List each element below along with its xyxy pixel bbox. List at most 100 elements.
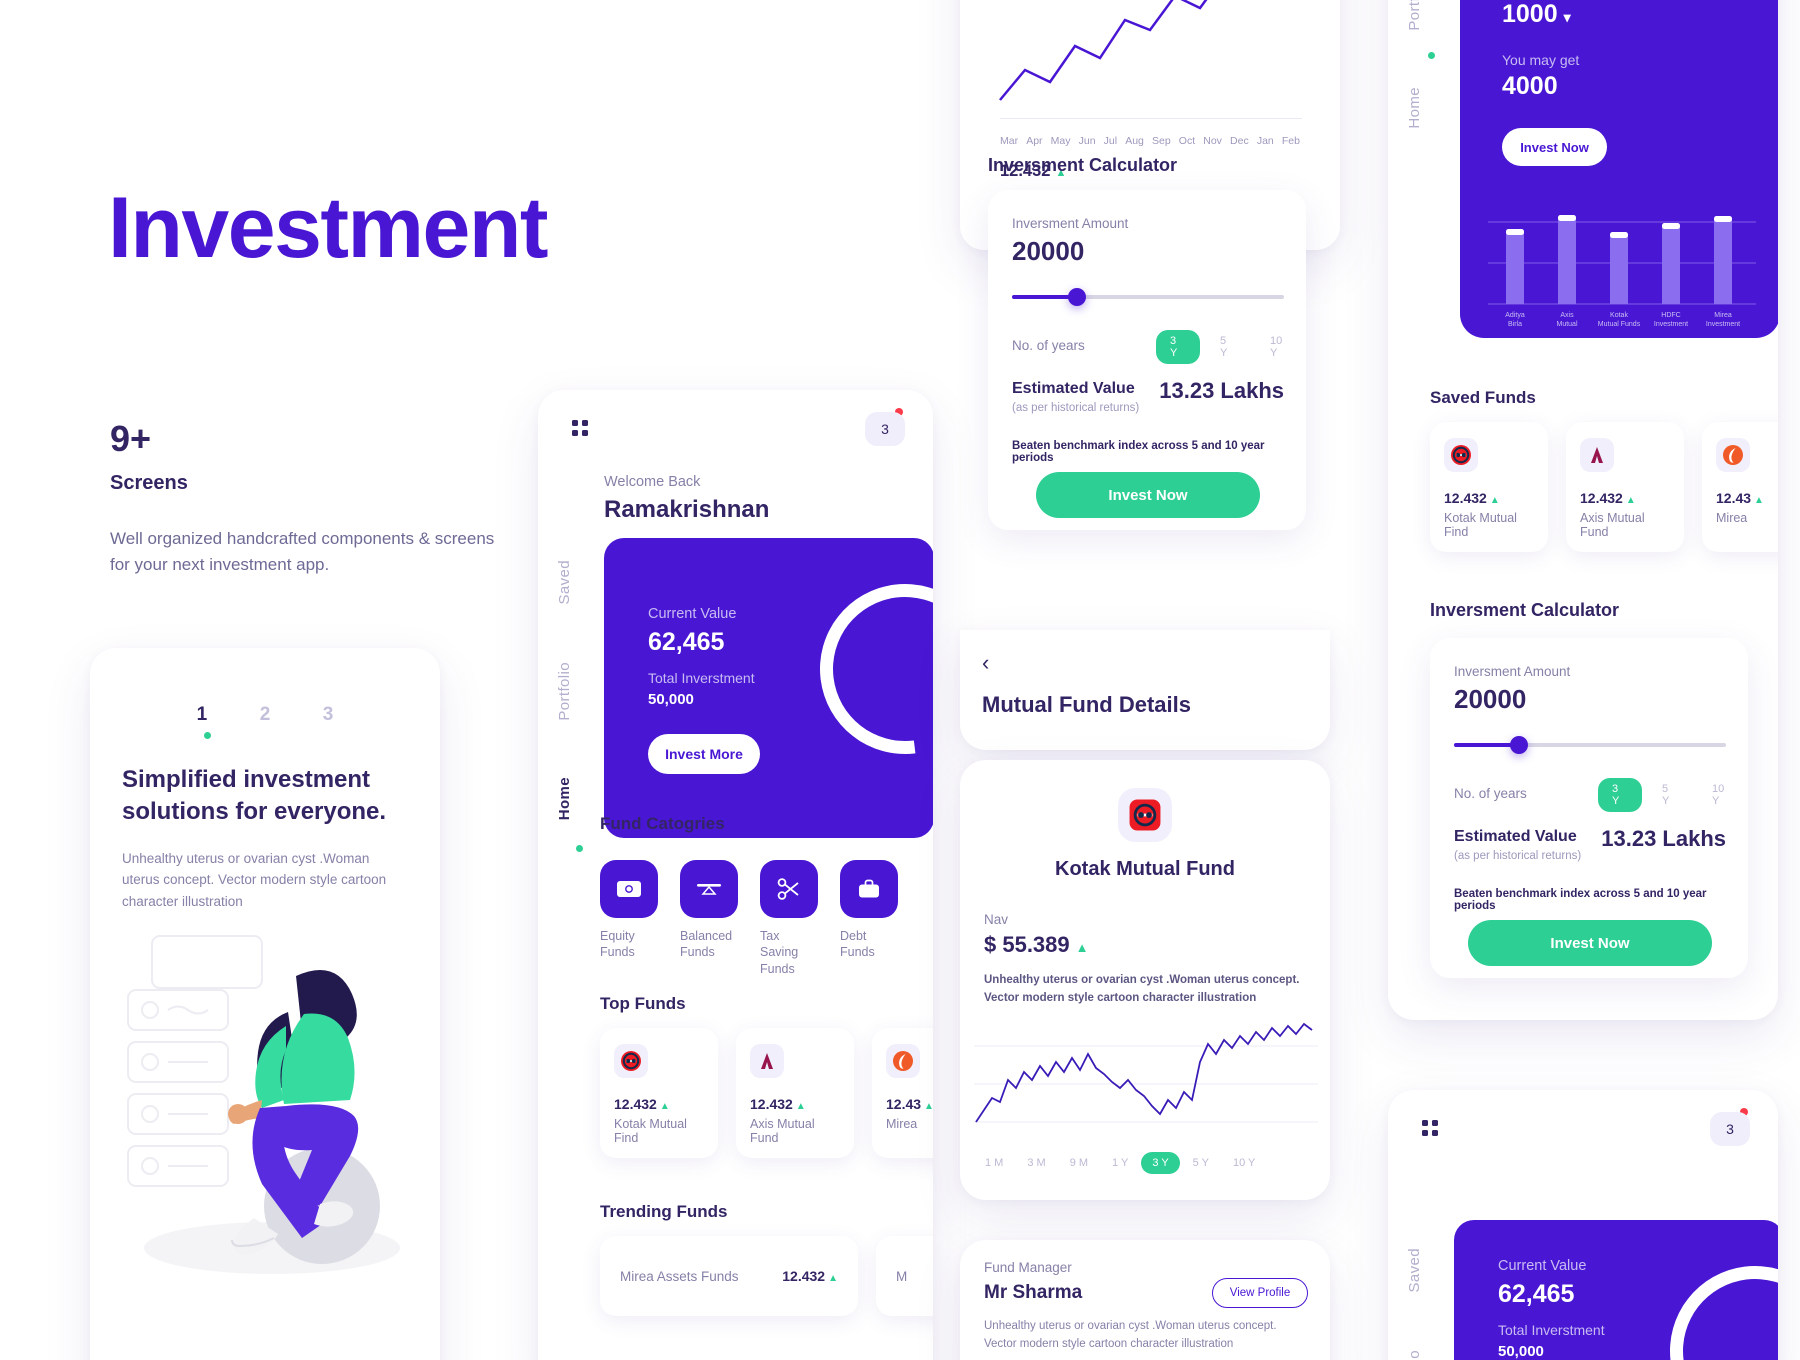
fund-card[interactable]: 12.432 ▲ Kotak Mutual Find: [1430, 422, 1548, 552]
total-investment-label: Total Inverstment: [1498, 1322, 1605, 1338]
side-nav: Saved Portfolio Home: [1406, 0, 1423, 184]
fund-value: 12.432 ▲: [1444, 490, 1500, 506]
category-equity-funds[interactable]: Equity Funds: [600, 860, 658, 977]
estimated-value-title: Estimated Value: [1012, 380, 1135, 397]
nav-item-saved[interactable]: Saved: [556, 560, 573, 605]
fund-card[interactable]: 12.43 ▲ Mirea: [872, 1028, 933, 1158]
month-label: Jan: [1256, 135, 1274, 147]
years-label: No. of years: [1012, 338, 1085, 353]
amount-label: Inversment Amount: [1012, 216, 1129, 231]
trending-row[interactable]: M: [876, 1236, 933, 1316]
investment-calculator-card: Inversment Amount 20000 No. of years 3 Y…: [988, 190, 1306, 530]
invest-now-button[interactable]: Invest Now: [1502, 128, 1607, 166]
category-label: Debt Funds: [840, 929, 875, 960]
year-option-3y[interactable]: 3 Y: [1156, 330, 1200, 364]
category-debt-funds[interactable]: Debt Funds: [840, 860, 898, 977]
svg-text:Mutual: Mutual: [1556, 321, 1577, 328]
mirae-logo: [1716, 438, 1750, 472]
investment-calculator-card: Inversment Amount 20000 No. of years 3 Y…: [1430, 638, 1748, 978]
portfolio-screen: 1000 ▾ You may get 4000 Invest Now Aditya…: [1388, 0, 1778, 1020]
year-option-5y[interactable]: 5 Y: [1206, 330, 1250, 364]
range-10y[interactable]: 10 Y: [1222, 1152, 1266, 1174]
fund-card[interactable]: 12.432 ▲ Axis Mutual Fund: [736, 1028, 854, 1158]
year-option-10y[interactable]: 10 Y: [1256, 330, 1306, 364]
notification-badge[interactable]: 3: [865, 412, 905, 446]
amount-slider[interactable]: [1012, 288, 1284, 306]
side-nav: Saved Portfolio Home: [556, 560, 592, 877]
benchmark-note: Beaten benchmark index across 5 and 10 y…: [1012, 440, 1265, 464]
nav-active-dot: [1428, 52, 1435, 59]
month-label: Aug: [1125, 135, 1144, 147]
category-balanced-funds[interactable]: Balanced Funds: [680, 860, 738, 977]
amount-dropdown[interactable]: 1000 ▾: [1502, 0, 1571, 29]
fund-value: 12.432 ▲: [614, 1096, 670, 1112]
chevron-left-icon[interactable]: ‹: [982, 650, 989, 676]
current-value: 62,465: [1498, 1280, 1575, 1308]
fund-name: Mirea: [886, 1117, 918, 1131]
month-label: Jul: [1103, 135, 1118, 147]
amount-slider[interactable]: [1454, 736, 1726, 754]
range-3m[interactable]: 3 M: [1016, 1152, 1056, 1174]
range-9m[interactable]: 9 M: [1059, 1152, 1099, 1174]
view-profile-button[interactable]: View Profile: [1212, 1278, 1308, 1308]
month-label: Mar: [1000, 135, 1019, 147]
range-selector: 1 M 3 M 9 M 1 Y 3 Y 5 Y 10 Y: [974, 1152, 1266, 1174]
grid-menu-icon[interactable]: [572, 420, 589, 437]
current-value: 62,465: [648, 628, 725, 656]
home-screen: 3 Welcome Back Ramakrishnan Saved Portfo…: [538, 390, 933, 1360]
growth-line-chart: [999, 0, 1208, 101]
nav-item-saved[interactable]: Saved: [1406, 1248, 1423, 1293]
nav-item-home[interactable]: Home: [556, 777, 573, 820]
fund-card[interactable]: 12.43 ▲ Mirea: [1702, 422, 1778, 552]
month-label: Jun: [1078, 135, 1096, 147]
fund-name: Mirea: [1716, 511, 1748, 525]
slider-knob[interactable]: [1068, 288, 1087, 306]
fund-card[interactable]: 12.432 ▲ Kotak Mutual Find: [600, 1028, 718, 1158]
amount-value[interactable]: 20000: [1454, 684, 1526, 715]
progress-ring: [1635, 1231, 1778, 1360]
total-investment-label: Total Inverstment: [648, 670, 755, 686]
fund-card[interactable]: 12.432 ▲ Axis Mutual Fund: [1566, 422, 1684, 552]
nav-item-portfolio[interactable]: Portfolio: [556, 662, 573, 721]
year-option-3y[interactable]: 3 Y: [1598, 778, 1642, 812]
nav-item-portfolio[interactable]: Portfolio: [1406, 1350, 1423, 1360]
nav-active-dot: [576, 845, 583, 852]
grid-menu-icon[interactable]: [1422, 1120, 1439, 1137]
year-option-10y[interactable]: 10 Y: [1698, 778, 1748, 812]
onboarding-subtext: Unhealthy uterus or ovarian cyst .Woman …: [122, 851, 387, 909]
estimated-value-title: Estimated Value: [1454, 828, 1577, 845]
month-label: Dec: [1230, 135, 1249, 147]
slider-knob[interactable]: [1510, 736, 1529, 754]
fund-name: Axis Mutual Fund: [750, 1117, 815, 1145]
range-3y[interactable]: 3 Y: [1141, 1152, 1180, 1174]
mirae-logo: [886, 1044, 920, 1078]
screens-count: 9+: [110, 418, 152, 459]
invest-more-button[interactable]: Invest More: [648, 734, 760, 774]
trending-funds-title: Trending Funds: [600, 1202, 728, 1221]
svg-text:Investment: Investment: [1706, 321, 1740, 328]
step-2[interactable]: 2: [260, 704, 271, 726]
step-3[interactable]: 3: [323, 704, 334, 726]
range-5y[interactable]: 5 Y: [1182, 1152, 1220, 1174]
fund-categories-list: Equity Funds Balanced Funds Tax Saving F…: [600, 860, 898, 977]
year-option-5y[interactable]: 5 Y: [1648, 778, 1692, 812]
onboarding-screen: 1 2 3 Simplified investment solutions fo…: [90, 648, 440, 1360]
svg-text:Axis: Axis: [1560, 312, 1574, 319]
nav-item-home[interactable]: Home: [1406, 87, 1423, 129]
nav-item-portfolio[interactable]: Portfolio: [1406, 0, 1423, 31]
notification-badge[interactable]: 3: [1710, 1112, 1750, 1146]
portfolio-summary-card: Current Value 62,465 Total Inverstment 5…: [604, 538, 933, 838]
amount-value[interactable]: 20000: [1012, 236, 1084, 267]
fund-manager-label: Fund Manager: [984, 1260, 1072, 1275]
briefcase-icon: [840, 860, 898, 918]
range-1y[interactable]: 1 Y: [1101, 1152, 1139, 1174]
range-1m[interactable]: 1 M: [974, 1152, 1014, 1174]
category-tax-saving-funds[interactable]: Tax Saving Funds: [760, 860, 818, 977]
nav-line-chart: [974, 1022, 1318, 1123]
invest-now-button[interactable]: Invest Now: [1036, 472, 1260, 518]
invest-now-button[interactable]: Invest Now: [1468, 920, 1712, 966]
step-1[interactable]: 1: [197, 704, 208, 726]
onboarding-headline: Simplified investment solutions for ever…: [122, 766, 387, 826]
kotak-logo: [1118, 788, 1172, 842]
trending-row[interactable]: Mirea Assets Funds 12.432 ▲: [600, 1236, 858, 1316]
